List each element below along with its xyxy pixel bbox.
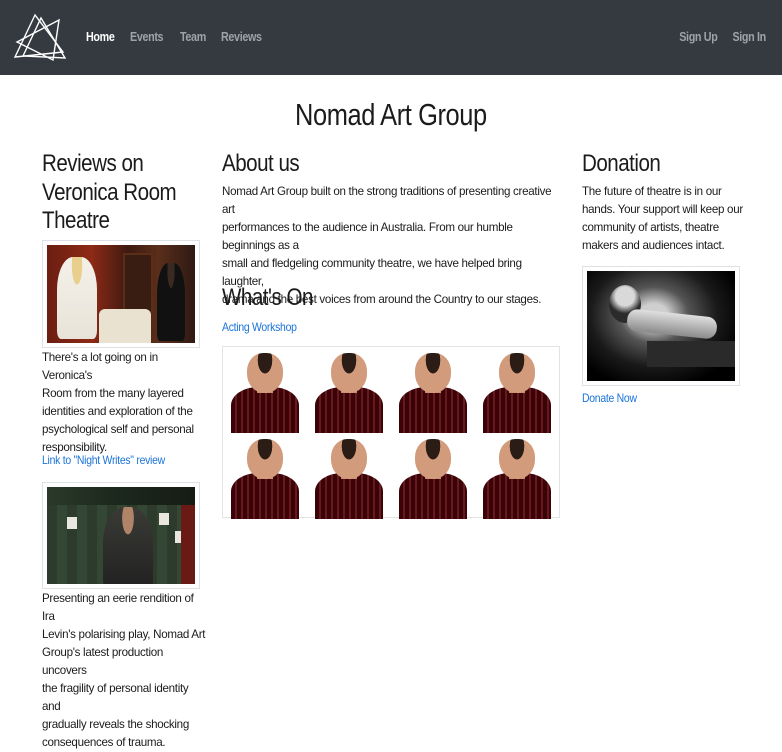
donation-photo[interactable] bbox=[582, 266, 740, 386]
auth-links: Sign Up Sign In bbox=[663, 30, 766, 44]
review-1-text: There's a lot going on in Veronica's Roo… bbox=[42, 351, 194, 454]
nav-events[interactable]: Events bbox=[130, 30, 164, 44]
review-2-text: Presenting an eerie rendition of Ira Lev… bbox=[42, 592, 206, 749]
top-navbar: Home Events Team Reviews Sign Up Sign In bbox=[0, 0, 782, 75]
page-title: Nomad Art Group bbox=[295, 97, 487, 132]
acting-workshop-image[interactable] bbox=[222, 346, 560, 519]
nav-home[interactable]: Home bbox=[86, 30, 115, 44]
sign-in-link[interactable]: Sign In bbox=[733, 30, 767, 44]
reviews-heading: Reviews on Veronica Room Theatre bbox=[42, 150, 177, 234]
about-heading: About us bbox=[222, 150, 300, 177]
night-writes-review-link[interactable]: Link to "Night Writes" review bbox=[42, 454, 165, 467]
whats-on-heading: What's On bbox=[222, 284, 313, 311]
triangle-logo-icon[interactable] bbox=[13, 12, 67, 62]
nav-reviews[interactable]: Reviews bbox=[221, 30, 262, 44]
donation-text: The future of theatre is in our hands. Y… bbox=[582, 185, 743, 252]
review-photo-2[interactable] bbox=[42, 482, 200, 589]
reviews-column: Reviews on Veronica Room Theatre bbox=[42, 150, 202, 236]
donation-heading: Donation bbox=[582, 150, 661, 177]
sign-up-link[interactable]: Sign Up bbox=[679, 30, 718, 44]
acting-workshop-link[interactable]: Acting Workshop bbox=[222, 321, 297, 334]
nav-team[interactable]: Team bbox=[180, 30, 206, 44]
donate-now-link[interactable]: Donate Now bbox=[582, 392, 637, 405]
review-photo-1[interactable] bbox=[42, 240, 200, 348]
nav-links: Home Events Team Reviews bbox=[86, 30, 279, 44]
